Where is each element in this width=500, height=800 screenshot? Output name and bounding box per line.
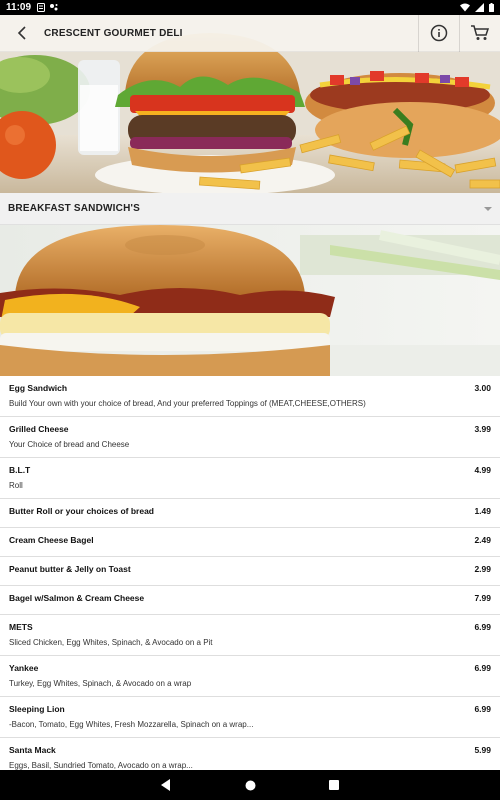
menu-item-description: Roll [9,481,23,490]
back-arrow-icon [17,26,26,40]
app-bar-actions [418,14,500,52]
menu-item-name: METS [9,622,33,632]
menu-item-name: Grilled Cheese [9,424,69,434]
menu-item-price: 6.99 [474,704,491,714]
menu-item-name: Butter Roll or your choices of bread [9,506,154,516]
menu-item-sleeping-lion[interactable]: Sleeping Lion 6.99 -Bacon, Tomato, Egg W… [0,697,500,738]
nav-recents-button[interactable] [326,777,342,793]
wifi-icon [460,3,470,12]
category-label: BREAKFAST SANDWICH'S [8,203,140,214]
menu-item-cream-cheese-bagel[interactable]: Cream Cheese Bagel 2.49 [0,528,500,557]
menu-item-name: Yankee [9,663,39,673]
menu-item-name: Santa Mack [9,745,56,755]
menu-item-blt[interactable]: B.L.T 4.99 Roll [0,458,500,499]
menu-item-grilled-cheese[interactable]: Grilled Cheese 3.99 Your Choice of bread… [0,417,500,458]
chevron-down-icon [484,206,492,211]
menu-item-price: 6.99 [474,622,491,632]
category-image [0,225,500,376]
menu-item-price: 4.99 [474,465,491,475]
menu-item-name: Bagel w/Salmon & Cream Cheese [9,593,145,603]
game-controller-icon [50,4,58,11]
battery-icon [489,3,494,12]
menu-item-description: Build Your own with your choice of bread… [9,399,366,408]
menu-item-description: Turkey, Egg Whites, Spinach, & Avocado o… [9,679,192,688]
menu-item-name: Sleeping Lion [9,704,65,714]
menu-item-description: -Bacon, Tomato, Egg Whites, Fresh Mozzar… [9,720,254,729]
info-button[interactable] [419,15,459,52]
menu-item-name: B.L.T [9,465,31,475]
menu-item-butter-roll[interactable]: Butter Roll or your choices of bread 1.4… [0,499,500,528]
cart-icon [471,25,490,40]
menu-list: Egg Sandwich 3.00 Build Your own with yo… [0,376,500,770]
menu-item-description: Sliced Chicken, Egg Whites, Spinach, & A… [9,638,213,647]
menu-item-price: 6.99 [474,663,491,673]
nav-recents-icon [329,780,339,790]
menu-item-name: Cream Cheese Bagel [9,535,94,545]
menu-item-price: 5.99 [474,745,491,755]
screen: 11:09 CRESCENT GOURMET DELI BREAKFAST SA… [0,0,500,800]
menu-item-price: 3.99 [474,424,491,434]
menu-item-description: Eggs, Basil, Sundried Tomato, Avocado on… [9,761,193,770]
bagel-sandwich-illustration [0,225,500,376]
cart-button[interactable] [460,15,500,52]
nav-back-button[interactable] [158,777,174,793]
nav-home-icon [245,780,255,790]
menu-item-peanut-butter-jelly[interactable]: Peanut butter & Jelly on Toast 2.99 [0,557,500,586]
menu-item-bagel-salmon[interactable]: Bagel w/Salmon & Cream Cheese 7.99 [0,586,500,615]
menu-item-santa-mack[interactable]: Santa Mack 5.99 Eggs, Basil, Sundried To… [0,738,500,770]
menu-item-price: 3.00 [474,383,491,393]
menu-item-egg-sandwich[interactable]: Egg Sandwich 3.00 Build Your own with yo… [0,376,500,417]
app-bar: CRESCENT GOURMET DELI [0,14,500,52]
menu-item-description: Your Choice of bread and Cheese [9,440,130,449]
restaurant-title: CRESCENT GOURMET DELI [44,27,183,39]
signal-icon [475,3,484,12]
menu-item-price: 7.99 [474,593,491,603]
status-time: 11:09 [6,2,32,13]
notification-icon [37,3,46,12]
nav-home-button[interactable] [242,777,258,793]
nav-back-icon [161,779,170,791]
menu-item-price: 2.99 [474,564,491,574]
category-dropdown[interactable]: BREAKFAST SANDWICH'S [0,193,500,225]
menu-item-name: Peanut butter & Jelly on Toast [9,564,131,574]
menu-item-mets[interactable]: METS 6.99 Sliced Chicken, Egg Whites, Sp… [0,615,500,656]
info-icon [430,24,448,42]
status-icons [460,3,494,12]
menu-item-name: Egg Sandwich [9,383,68,393]
menu-item-yankee[interactable]: Yankee 6.99 Turkey, Egg Whites, Spinach,… [0,656,500,697]
menu-item-price: 1.49 [474,506,491,516]
menu-item-price: 2.49 [474,535,491,545]
back-button[interactable] [0,15,44,52]
system-navigation-bar [0,770,500,800]
status-bar: 11:09 [0,0,500,15]
